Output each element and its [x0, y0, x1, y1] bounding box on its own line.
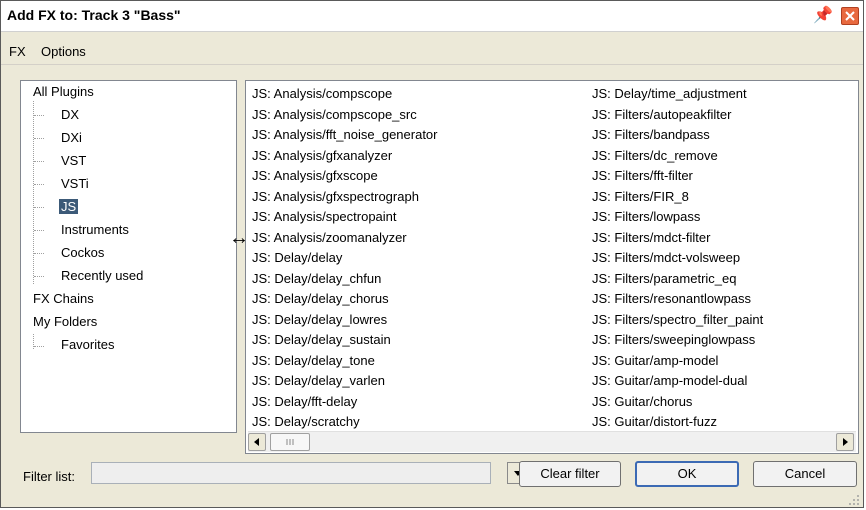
plugin-list-item[interactable]: JS: Delay/delay_chorus	[252, 289, 438, 310]
arrow-left-icon	[254, 438, 259, 446]
plugin-list-item[interactable]: JS: Filters/mdct-filter	[592, 228, 763, 249]
plugin-list-item[interactable]: JS: Filters/autopeakfilter	[592, 105, 763, 126]
plugin-list-item[interactable]: JS: Guitar/chorus	[592, 392, 763, 413]
tree-branch	[34, 276, 44, 277]
plugin-list-item[interactable]: JS: Filters/lowpass	[592, 207, 763, 228]
plugin-list-item[interactable]: JS: Analysis/gfxspectrograph	[252, 187, 438, 208]
tree-branch	[34, 138, 44, 139]
tree-item-vsti[interactable]: VSTi	[61, 174, 89, 194]
filter-list-label: Filter list:	[23, 469, 75, 484]
plugin-list[interactable]: JS: Analysis/compscope JS: Analysis/comps…	[245, 80, 859, 454]
resize-grip-icon[interactable]	[847, 493, 861, 507]
plugin-list-item[interactable]: JS: Delay/delay_chfun	[252, 269, 438, 290]
clear-filter-button[interactable]: Clear filter	[519, 461, 621, 487]
tree-item-js[interactable]: JS	[59, 197, 79, 217]
plugin-list-item[interactable]: JS: Filters/bandpass	[592, 125, 763, 146]
plugin-list-item[interactable]: JS: Delay/delay_varlen	[252, 371, 438, 392]
tree-branch	[34, 207, 44, 208]
plugin-list-item[interactable]: JS: Analysis/compscope	[252, 84, 438, 105]
plugin-list-column-1: JS: Analysis/compscope JS: Analysis/comps…	[252, 84, 438, 433]
plugin-list-item[interactable]: JS: Filters/resonantlowpass	[592, 289, 763, 310]
tree-item-dx[interactable]: DX	[61, 105, 79, 125]
plugin-list-item[interactable]: JS: Analysis/zoomanalyzer	[252, 228, 438, 249]
tree-item-vst[interactable]: VST	[61, 151, 86, 171]
arrow-right-icon	[843, 438, 848, 446]
tree-branch	[34, 184, 44, 185]
tree-item-cockos[interactable]: Cockos	[61, 243, 104, 263]
title-bar[interactable]: Add FX to: Track 3 "Bass" 📌	[1, 1, 863, 32]
plugin-list-item[interactable]: JS: Delay/delay	[252, 248, 438, 269]
tree-branch	[34, 346, 44, 347]
plugin-category-tree[interactable]: All Plugins DX DXi VST VSTi JS Instrumen…	[20, 80, 237, 433]
close-button[interactable]	[841, 7, 859, 25]
menu-bar: FX Options	[1, 32, 863, 65]
window-title: Add FX to: Track 3 "Bass"	[7, 7, 181, 23]
tree-branch	[34, 161, 44, 162]
plugin-list-item[interactable]: JS: Guitar/amp-model	[592, 351, 763, 372]
plugin-list-item[interactable]: JS: Filters/fft-filter	[592, 166, 763, 187]
tree-branch	[34, 115, 44, 116]
plugin-list-item[interactable]: JS: Delay/time_adjustment	[592, 84, 763, 105]
horizontal-scrollbar[interactable]	[248, 431, 856, 452]
plugin-list-item[interactable]: JS: Analysis/spectropaint	[252, 207, 438, 228]
tree-item-recently-used[interactable]: Recently used	[61, 266, 143, 286]
scroll-right-button[interactable]	[836, 433, 854, 451]
plugin-list-item[interactable]: JS: Analysis/gfxanalyzer	[252, 146, 438, 167]
pin-icon[interactable]: 📌	[813, 7, 833, 25]
plugin-list-item[interactable]: JS: Delay/fft-delay	[252, 392, 438, 413]
plugin-list-item[interactable]: JS: Analysis/gfxscope	[252, 166, 438, 187]
plugin-list-column-2: JS: Delay/time_adjustment JS: Filters/aut…	[592, 84, 763, 433]
cancel-button[interactable]: Cancel	[753, 461, 857, 487]
ok-button[interactable]: OK	[635, 461, 739, 487]
tree-item-all-plugins[interactable]: All Plugins	[33, 82, 94, 102]
plugin-list-item[interactable]: JS: Filters/sweepinglowpass	[592, 330, 763, 351]
tree-item-instruments[interactable]: Instruments	[61, 220, 129, 240]
plugin-list-item[interactable]: JS: Analysis/fft_noise_generator	[252, 125, 438, 146]
plugin-list-item[interactable]: JS: Filters/parametric_eq	[592, 269, 763, 290]
menu-options[interactable]: Options	[41, 44, 86, 59]
plugin-list-item[interactable]: JS: Delay/delay_tone	[252, 351, 438, 372]
plugin-list-item[interactable]: JS: Analysis/compscope_src	[252, 105, 438, 126]
tree-connector	[33, 101, 34, 284]
tree-item-my-folders[interactable]: My Folders	[33, 312, 97, 332]
close-icon	[845, 11, 855, 21]
plugin-list-item[interactable]: JS: Filters/FIR_8	[592, 187, 763, 208]
plugin-list-item[interactable]: JS: Filters/spectro_filter_paint	[592, 310, 763, 331]
plugin-list-item[interactable]: JS: Delay/scratchy	[252, 412, 438, 433]
tree-branch	[34, 253, 44, 254]
tree-item-fx-chains[interactable]: FX Chains	[33, 289, 94, 309]
scroll-left-button[interactable]	[248, 433, 266, 451]
tree-branch	[34, 230, 44, 231]
add-fx-dialog: Add FX to: Track 3 "Bass" 📌 FX Options A…	[0, 0, 864, 508]
tree-item-favorites[interactable]: Favorites	[61, 335, 114, 355]
filter-list-input[interactable]	[91, 462, 491, 484]
plugin-list-item[interactable]: JS: Filters/dc_remove	[592, 146, 763, 167]
plugin-list-item[interactable]: JS: Delay/delay_lowres	[252, 310, 438, 331]
menu-fx[interactable]: FX	[9, 44, 26, 59]
plugin-list-item[interactable]: JS: Filters/mdct-volsweep	[592, 248, 763, 269]
tree-item-js-label: JS	[59, 199, 79, 214]
plugin-list-item[interactable]: JS: Guitar/distort-fuzz	[592, 412, 763, 433]
plugin-list-item[interactable]: JS: Guitar/amp-model-dual	[592, 371, 763, 392]
tree-item-dxi[interactable]: DXi	[61, 128, 82, 148]
plugin-list-item[interactable]: JS: Delay/delay_sustain	[252, 330, 438, 351]
scroll-thumb[interactable]	[270, 433, 310, 451]
grip-icon	[286, 439, 294, 445]
